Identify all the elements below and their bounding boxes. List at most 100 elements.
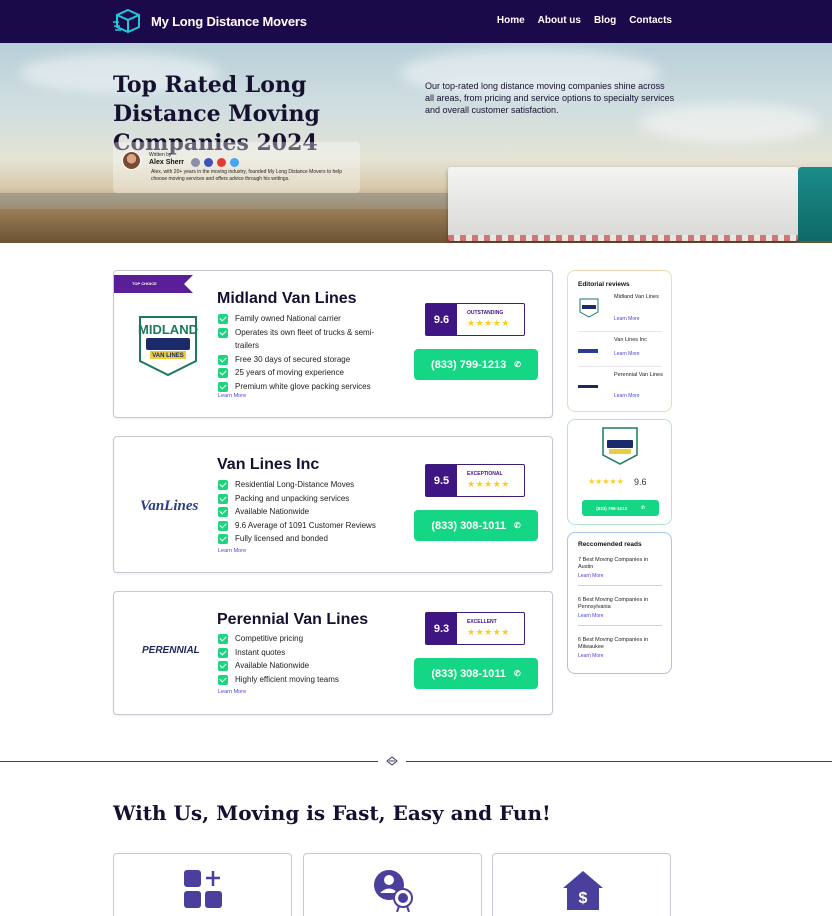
feature-item: Packing and unpacking services (218, 492, 408, 506)
divider (578, 331, 662, 332)
feature-item: Available Nationwide (218, 659, 408, 673)
rating-label: EXCEPTIONAL (467, 471, 503, 477)
company-name[interactable]: Van Lines Inc (217, 456, 319, 474)
editorial-item-name: Perennial Van Lines (614, 372, 663, 378)
learn-more-link[interactable]: Learn More (578, 573, 662, 579)
recommended-reads-title: Reccomended reads (578, 541, 642, 548)
company-card-van-lines-inc: VanLines Van Lines Inc Residential Long-… (113, 436, 553, 573)
top-choice-badge: TOP CHOICE (114, 275, 193, 293)
linkedin-icon[interactable] (204, 158, 213, 167)
check-icon (218, 634, 228, 644)
feature-text: Competitive pricing (235, 634, 304, 643)
divider (578, 585, 662, 586)
phone-icon: ✆ (514, 360, 521, 369)
recommended-item[interactable]: 6 Best Moving Companies in Milwaukee Lea… (578, 637, 662, 659)
hero-truck-trailer (448, 167, 798, 241)
rating-box: 9.3 EXCELLENT ★★★★★ (425, 612, 525, 645)
learn-more-link[interactable]: Learn More (578, 613, 662, 619)
main-nav: Home About us Blog Contacts (497, 15, 672, 26)
rating-score: 9.3 (426, 613, 457, 644)
feature-item: 9.6 Average of 1091 Customer Reviews (218, 519, 408, 533)
feature-item: Free 30 days of secured storage (218, 353, 398, 367)
featured-company-panel: ★★★★★ 9.6 (833) 799-1213 ✆ (567, 419, 672, 525)
midland-logo-text-top: MIDLAND (138, 322, 198, 337)
nav-blog[interactable]: Blog (594, 15, 616, 26)
learn-more-link[interactable]: Learn More (614, 351, 640, 357)
rating-stars: ★★★★★ (588, 477, 624, 486)
nav-contacts[interactable]: Contacts (629, 15, 672, 26)
written-by-label: Written by (149, 152, 172, 158)
company-name[interactable]: Midland Van Lines (217, 290, 357, 308)
perennial-logo-text: PERENNIAL (142, 645, 200, 656)
call-button[interactable]: (833) 308-1011 ✆ (414, 510, 538, 541)
check-icon (218, 354, 228, 365)
feature-text: Packing and unpacking services (235, 493, 350, 503)
section-divider-left (0, 761, 378, 762)
feature-card (303, 853, 482, 916)
top-navigation-bar: My Long Distance Movers Home About us Bl… (0, 0, 832, 43)
rating-score: 9.6 (426, 304, 457, 335)
feature-card (113, 853, 292, 916)
recommended-item-title: 7 Best Moving Companies in Austin (578, 557, 649, 570)
divider (578, 366, 662, 367)
call-button[interactable]: (833) 799-1213 ✆ (582, 500, 659, 516)
youtube-icon[interactable] (217, 158, 226, 167)
learn-more-link[interactable]: Learn More (614, 393, 640, 399)
feature-text: Operates its own fleet of trucks & semi-… (235, 327, 375, 351)
recommended-item[interactable]: 6 Best Moving Companies in Pennsylvania … (578, 597, 662, 626)
author-name[interactable]: Alex Sherr (149, 159, 184, 166)
rating-stars: ★★★★★ (467, 318, 510, 328)
rating-score: 9.6 (634, 477, 647, 487)
feature-text: Fully licensed and bonded (235, 534, 328, 543)
rating-label: EXCELLENT (467, 619, 497, 625)
recommended-item-title: 6 Best Moving Companies in Milwaukee (578, 637, 649, 650)
check-icon (218, 507, 228, 517)
learn-more-link[interactable]: Learn More (218, 689, 246, 695)
check-icon (218, 480, 228, 490)
feature-item: 25 years of moving experience (218, 366, 398, 380)
call-button[interactable]: (833) 799-1213 ✆ (414, 349, 538, 380)
nav-about-us[interactable]: About us (538, 15, 581, 26)
feature-card: $ (492, 853, 671, 916)
home-dollar-icon: $ (563, 871, 603, 910)
feature-text: Instant quotes (235, 647, 286, 657)
nav-home[interactable]: Home (497, 15, 525, 26)
twitter-icon[interactable] (230, 158, 239, 167)
feature-text: Available Nationwide (235, 661, 310, 670)
midland-logo-text-bottom: VAN LINES (152, 353, 184, 359)
learn-more-link[interactable]: Learn More (614, 316, 640, 322)
website-icon[interactable] (191, 158, 200, 167)
recommended-item-title: 6 Best Moving Companies in Pennsylvania (578, 597, 649, 610)
recommended-item[interactable]: 7 Best Moving Companies in Austin Learn … (578, 557, 662, 586)
phone-number: (833) 799-1213 (596, 505, 627, 511)
learn-more-link[interactable]: Learn More (218, 393, 246, 399)
feature-list: Family owned National carrier Operates i… (218, 312, 398, 393)
author-socials (191, 158, 239, 167)
learn-more-link[interactable]: Learn More (218, 548, 246, 554)
editorial-item-name: Midland Van Lines (614, 294, 659, 300)
author-avatar (122, 151, 141, 170)
perennial-logo: PERENNIAL (142, 645, 200, 656)
check-icon (218, 674, 228, 685)
company-card-midland: TOP CHOICE MIDLAND VAN LINES Midland Van… (113, 270, 553, 418)
editorial-reviews-panel: Editorial reviews Midland Van Lines Lear… (567, 270, 672, 412)
vanlines-thumb-logo (578, 349, 598, 353)
rating-stars: ★★★★★ (467, 479, 510, 489)
midland-thumb-logo (579, 298, 599, 318)
author-bio: Alex, with 20+ years in the moving indus… (151, 169, 342, 182)
call-button[interactable]: (833) 308-1011 ✆ (414, 658, 538, 689)
rating-score: 9.5 (426, 465, 457, 496)
learn-more-link[interactable]: Learn More (578, 653, 662, 659)
user-badge-icon (374, 870, 413, 912)
brand-logo[interactable]: My Long Distance Movers (113, 8, 307, 34)
feature-text: Premium white glove packing services (235, 381, 371, 391)
recommended-reads-panel: Reccomended reads 7 Best Moving Companie… (567, 532, 672, 674)
feature-item: Available Nationwide (218, 505, 408, 519)
feature-text: 25 years of moving experience (235, 368, 344, 377)
check-icon (218, 381, 228, 392)
company-name[interactable]: Perennial Van Lines (217, 611, 368, 629)
check-icon (218, 368, 228, 378)
feature-item: Premium white glove packing services (218, 380, 398, 394)
phone-number: (833) 799-1213 (431, 358, 507, 371)
vanlines-logo-text: VanLines (140, 498, 199, 514)
